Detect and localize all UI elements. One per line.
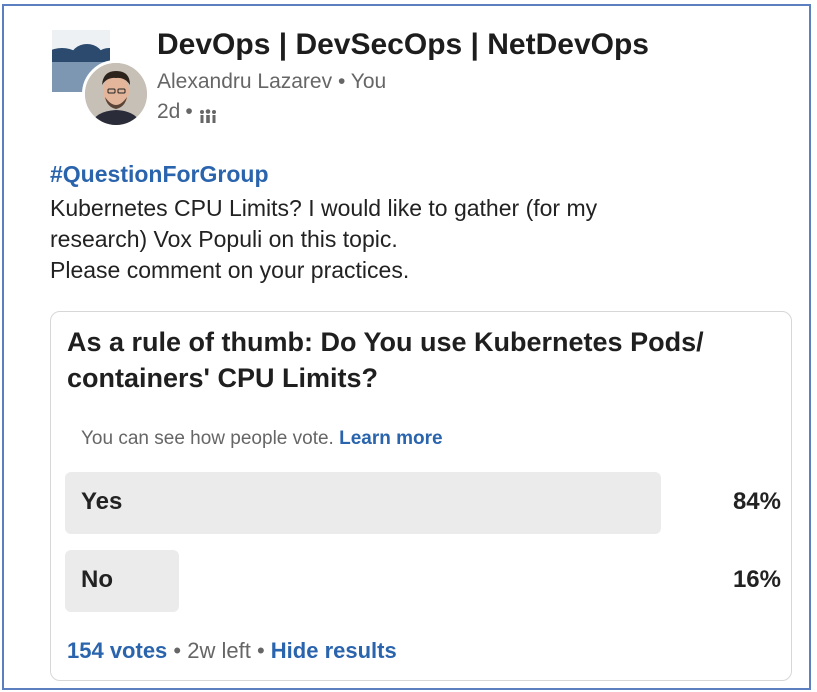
separator-dot: • bbox=[337, 70, 346, 93]
learn-more-link[interactable]: Learn more bbox=[339, 428, 442, 449]
post-meta: 2d • bbox=[157, 100, 217, 124]
separator-dot: • bbox=[173, 638, 182, 663]
hashtag-link[interactable]: #QuestionForGroup bbox=[50, 161, 269, 188]
author-line: Alexandru Lazarev • You bbox=[157, 70, 386, 94]
separator-dot: • bbox=[185, 100, 193, 123]
poll-option-yes[interactable]: Yes 84% bbox=[65, 472, 781, 534]
poll-option-label: No bbox=[81, 566, 113, 593]
poll-card: As a rule of thumb: Do You use Kubernete… bbox=[50, 311, 792, 681]
poll-option-label: Yes bbox=[81, 488, 123, 515]
post-age: 2d bbox=[157, 100, 181, 123]
poll-question: As a rule of thumb: Do You use Kubernete… bbox=[67, 324, 767, 396]
poll-visibility-note: You can see how people vote. Learn more bbox=[81, 428, 443, 450]
poll-result-bar bbox=[65, 472, 661, 534]
votes-link[interactable]: 154 votes bbox=[67, 638, 167, 663]
post-body: Kubernetes CPU Limits? I would like to g… bbox=[50, 193, 770, 286]
viewer-label: You bbox=[350, 70, 387, 93]
poll-question-line: containers' CPU Limits? bbox=[67, 363, 378, 393]
poll-question-line: As a rule of thumb: Do You use Kubernete… bbox=[67, 327, 704, 357]
poll-option-percent: 84% bbox=[732, 488, 781, 515]
author-name[interactable]: Alexandru Lazarev bbox=[157, 70, 332, 93]
time-left: 2w left bbox=[187, 638, 251, 663]
post-text-line: research) Vox Populi on this topic. bbox=[50, 226, 398, 252]
poll-option-no[interactable]: No 16% bbox=[65, 550, 781, 612]
group-title[interactable]: DevOps | DevSecOps | NetDevOps bbox=[157, 28, 649, 62]
post-text-line: Please comment on your practices. bbox=[50, 257, 410, 283]
visibility-text: You can see how people vote. bbox=[81, 428, 334, 449]
poll-option-percent: 16% bbox=[732, 566, 781, 593]
group-icon bbox=[199, 105, 217, 123]
avatar-image bbox=[85, 63, 147, 125]
hide-results-button[interactable]: Hide results bbox=[271, 638, 397, 663]
avatar[interactable] bbox=[82, 60, 150, 128]
post-card: DevOps | DevSecOps | NetDevOps Alexandru… bbox=[2, 4, 811, 690]
post-text-line: Kubernetes CPU Limits? I would like to g… bbox=[50, 195, 598, 221]
separator-dot: • bbox=[256, 638, 265, 663]
poll-footer: 154 votes • 2w left • Hide results bbox=[67, 638, 397, 664]
